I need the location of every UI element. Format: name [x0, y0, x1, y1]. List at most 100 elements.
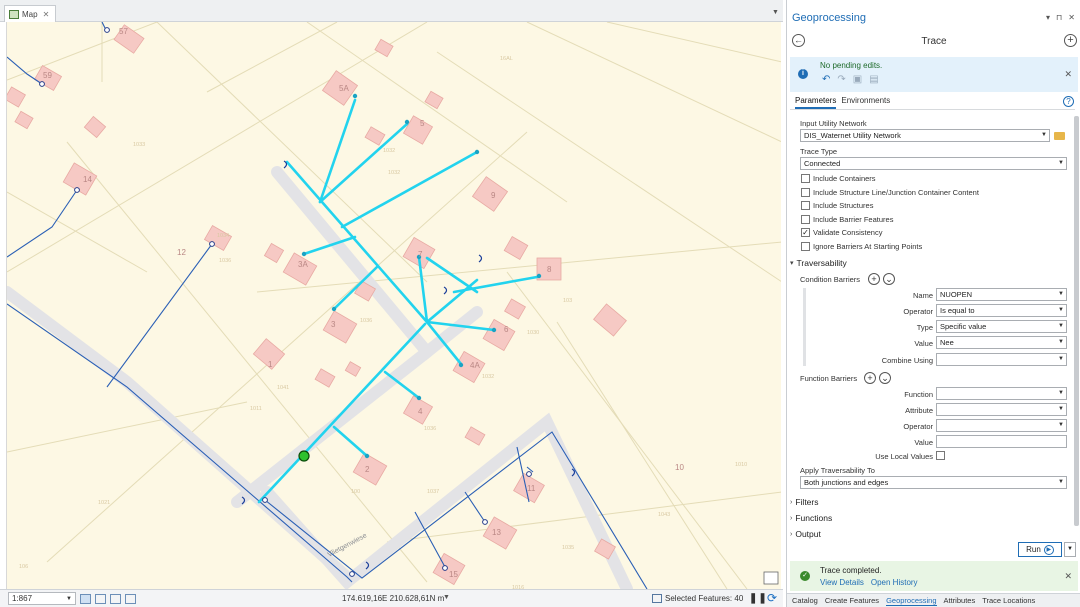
option-checkbox[interactable] [801, 187, 810, 197]
combine-using-field[interactable]: ▼ [936, 353, 1067, 366]
trace-result-line [257, 322, 427, 504]
pane-tab-geoprocessing[interactable]: Geoprocessing [886, 596, 937, 606]
trace-type-label: Trace Type [800, 147, 838, 156]
apply-traversability-field[interactable]: Both junctions and edges ▼ [800, 476, 1067, 489]
open-history-link[interactable]: Open History [871, 578, 918, 587]
pane-tab-create-features[interactable]: Create Features [825, 596, 879, 605]
pan-icon[interactable] [125, 593, 136, 604]
chevron-down-icon: ▼ [66, 595, 72, 602]
undo-icon[interactable]: ↶ [822, 74, 830, 85]
option-checkbox[interactable] [801, 242, 810, 251]
add-icon[interactable]: + [1064, 34, 1077, 47]
tab-parameters[interactable]: Parameters [795, 96, 837, 109]
building [14, 110, 34, 130]
input-network-field[interactable]: DIS_Waternet Utility Network ▼ [800, 129, 1050, 142]
redo-icon[interactable]: ↷ [837, 74, 845, 85]
snapping-icon[interactable] [95, 593, 106, 604]
condition-type-field[interactable]: Specific value ▼ [936, 320, 1067, 333]
pane-menu-icon[interactable]: ▾ [1046, 13, 1050, 22]
pause-icon[interactable]: ❚❚ [749, 593, 768, 604]
function-operator-field[interactable]: ▼ [936, 419, 1067, 432]
parcel-number-label: 8 [547, 265, 552, 274]
water-main [7, 189, 78, 258]
map-drawing[interactable]: 575914125A593A37861 4A421113151016AL10321… [7, 22, 781, 589]
selected-features[interactable]: Selected Features: 40 [652, 594, 743, 603]
option-row[interactable]: Ignore Barriers At Starting Points [801, 242, 922, 251]
chevron-down-icon[interactable]: ▼ [772, 9, 779, 16]
condition-name-field[interactable]: NUOPEN ▼ [936, 288, 1067, 301]
parcel-number-label: 3A [298, 260, 308, 269]
option-checkbox[interactable] [801, 214, 810, 224]
function-field[interactable]: ▼ [936, 387, 1067, 400]
device-point [104, 27, 110, 33]
water-main [464, 491, 486, 523]
help-icon[interactable]: ? [1063, 96, 1074, 107]
add-function-icon[interactable]: + [864, 372, 876, 384]
close-icon[interactable]: ✕ [1064, 69, 1072, 80]
folder-icon[interactable] [1054, 132, 1065, 140]
save-edits-icon[interactable]: ▣ [853, 74, 862, 85]
chevron-down-icon: ▼ [1058, 422, 1064, 428]
table-icon[interactable] [110, 593, 121, 604]
option-row[interactable]: Include Structure Line/Junction Containe… [801, 187, 979, 197]
pane-tab-trace-locations[interactable]: Trace Locations [982, 596, 1035, 605]
device-point [442, 565, 448, 571]
edit-tools: ↶ ↷ ▣ ▤ [822, 74, 879, 85]
function-value-label: Value [914, 438, 933, 447]
condition-group-bar [803, 288, 806, 366]
collapse-function-icon[interactable]: ⌄ [879, 372, 891, 384]
condition-value-value: Nee [940, 338, 954, 347]
parcel-faint-label: 1032 [383, 148, 395, 154]
map-canvas[interactable]: 57 59 14 12 5A 5 9 3A 3 7 8 6 1 4A 4 2 11 13 15 10 16AL 1032 1… [6, 22, 781, 589]
chevron-down-icon: ▼ [1058, 307, 1064, 313]
traversability-label: Traversability [796, 258, 847, 268]
building [504, 298, 526, 320]
pin-icon[interactable]: ⊓ [1056, 13, 1062, 22]
grid-icon[interactable] [80, 593, 91, 604]
refresh-icon[interactable]: ⟳ [767, 591, 777, 605]
option-row[interactable]: Include Structures [801, 201, 873, 211]
option-checkbox[interactable] [801, 174, 810, 183]
tab-environments[interactable]: Environments [841, 96, 890, 109]
add-condition-icon[interactable]: + [868, 273, 880, 285]
option-row[interactable]: ✓ Validate Consistency [801, 228, 882, 238]
option-label: Include Barrier Features [813, 214, 894, 224]
collapse-condition-icon[interactable]: ⌄ [883, 273, 895, 285]
attribute-label: Attribute [905, 406, 933, 415]
pane-tab-catalog[interactable]: Catalog [792, 596, 818, 605]
run-button[interactable]: Run ▶ [1018, 542, 1062, 557]
scale-selector[interactable]: 1:867 ▼ [8, 592, 76, 605]
use-local-values-checkbox[interactable] [936, 451, 945, 460]
option-row[interactable]: Include Barrier Features [801, 214, 894, 224]
close-icon[interactable]: ✕ [43, 10, 50, 19]
vertical-scrollbar[interactable] [1074, 116, 1079, 526]
option-row[interactable]: Include Containers [801, 174, 876, 183]
map-view-tab[interactable]: Map ✕ [4, 5, 56, 22]
street-name-label: Vlietgenwiese [327, 532, 369, 559]
parcel-number-label: 10 [675, 463, 684, 472]
condition-value-field[interactable]: Nee ▼ [936, 336, 1067, 349]
parcel-faint-label: 1032 [388, 170, 400, 176]
function-value-field[interactable] [936, 435, 1067, 448]
close-icon[interactable]: ✕ [1068, 13, 1075, 22]
functions-section[interactable]: › Functions [790, 513, 832, 523]
view-details-link[interactable]: View Details [820, 578, 864, 587]
run-options-dropdown[interactable]: ▼ [1064, 542, 1076, 557]
discard-edits-icon[interactable]: ▤ [869, 74, 878, 85]
pane-tab-attributes[interactable]: Attributes [944, 596, 976, 605]
attribute-field[interactable]: ▼ [936, 403, 1067, 416]
selection-icon [652, 594, 662, 603]
building [344, 361, 362, 377]
traversability-section[interactable]: ▾ Traversability [790, 258, 847, 268]
condition-operator-field[interactable]: Is equal to ▼ [936, 304, 1067, 317]
trace-type-field[interactable]: Connected ▼ [800, 157, 1067, 170]
option-checkbox[interactable]: ✓ [801, 228, 810, 238]
parcel-faint-label: 1041 [277, 385, 289, 391]
trace-endpoint [331, 306, 337, 312]
close-icon[interactable]: ✕ [1064, 571, 1072, 582]
parcel-boundary [66, 141, 428, 583]
chevron-down-icon[interactable]: ▼ [443, 594, 450, 601]
output-section[interactable]: › Output [790, 529, 821, 539]
option-checkbox[interactable] [801, 201, 810, 211]
filters-section[interactable]: › Filters [790, 497, 818, 507]
